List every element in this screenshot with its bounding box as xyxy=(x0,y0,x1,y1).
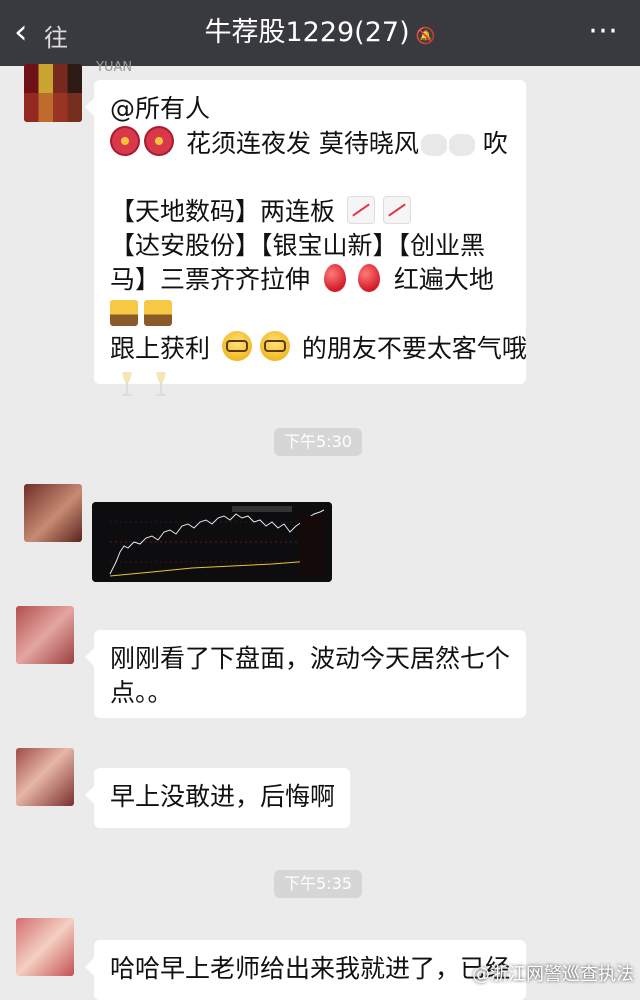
group-name: 牛荐股1229(27) xyxy=(204,17,410,48)
avatar[interactable] xyxy=(16,748,74,806)
message-line: 【天地数码】两连板 xyxy=(110,195,510,229)
nerd-face-icon xyxy=(221,331,252,361)
chart-up-icon xyxy=(382,196,411,224)
wind-hand-icon xyxy=(448,134,475,156)
chat-title: 牛荐股1229(27) 🔕 xyxy=(0,16,640,53)
message-line: 点。。 xyxy=(110,678,173,707)
message-bubble[interactable]: 早上没敢进，后悔啊 xyxy=(85,768,350,828)
avatar[interactable] xyxy=(16,918,74,976)
timestamp: 下午5:30 xyxy=(274,428,362,456)
message-line: 马】三票齐齐拉伸 红遍大地 xyxy=(110,264,494,294)
flower-icon xyxy=(110,126,140,156)
avatar[interactable] xyxy=(24,64,82,122)
party-icon xyxy=(144,300,172,326)
message-line: 花须连夜发 莫待晓风 吹 xyxy=(110,126,510,161)
chart-up-icon xyxy=(346,196,375,224)
avatar[interactable] xyxy=(24,484,82,542)
party-icon xyxy=(110,300,138,326)
message-line: 哈哈早上老师给出来我就进了，已经 xyxy=(110,954,511,983)
flower-icon xyxy=(144,126,174,156)
message-line: 【达安股份】【银宝山新】【创业黑 xyxy=(110,231,486,260)
message-bubble[interactable]: @所有人 花须连夜发 莫待晓风 吹 【天地数码】两连板 【达安股份】【银宝山新】… xyxy=(85,80,527,396)
wind-hand-icon xyxy=(420,134,447,156)
message-line xyxy=(110,297,510,331)
message-line: 刚刚看了下盘面，波动今天居然七个 xyxy=(110,644,511,673)
nerd-face-icon xyxy=(259,331,290,361)
stock-chart-thumbnail xyxy=(92,502,332,582)
bell-mute-icon: 🔕 xyxy=(415,26,436,45)
message-line: @所有人 xyxy=(110,94,211,123)
message-line xyxy=(110,366,510,401)
stock-chart-image[interactable] xyxy=(92,502,332,582)
message-bubble[interactable]: 哈哈早上老师给出来我就进了，已经 xyxy=(85,940,526,1000)
balloon-icon xyxy=(323,264,346,292)
timestamp: 下午5:35 xyxy=(274,870,362,898)
watermark: @浙江网警巡查执法 xyxy=(472,964,634,985)
more-options-icon[interactable]: ⋯ xyxy=(588,16,620,46)
message-bubble[interactable]: 刚刚看了下盘面，波动今天居然七个 点。。 xyxy=(85,630,526,718)
avatar[interactable] xyxy=(16,606,74,664)
balloon-icon xyxy=(357,264,380,292)
message-line: 跟上获利 的朋友不要太客气哦 xyxy=(110,331,527,366)
sender-name: YUAN xyxy=(96,60,133,75)
message-line: 早上没敢进，后悔啊 xyxy=(110,782,336,811)
champagne-icon xyxy=(154,366,168,396)
chat-header: ‹ 往 牛荐股1229(27) 🔕 ⋯ xyxy=(0,0,640,66)
champagne-icon xyxy=(120,366,134,396)
